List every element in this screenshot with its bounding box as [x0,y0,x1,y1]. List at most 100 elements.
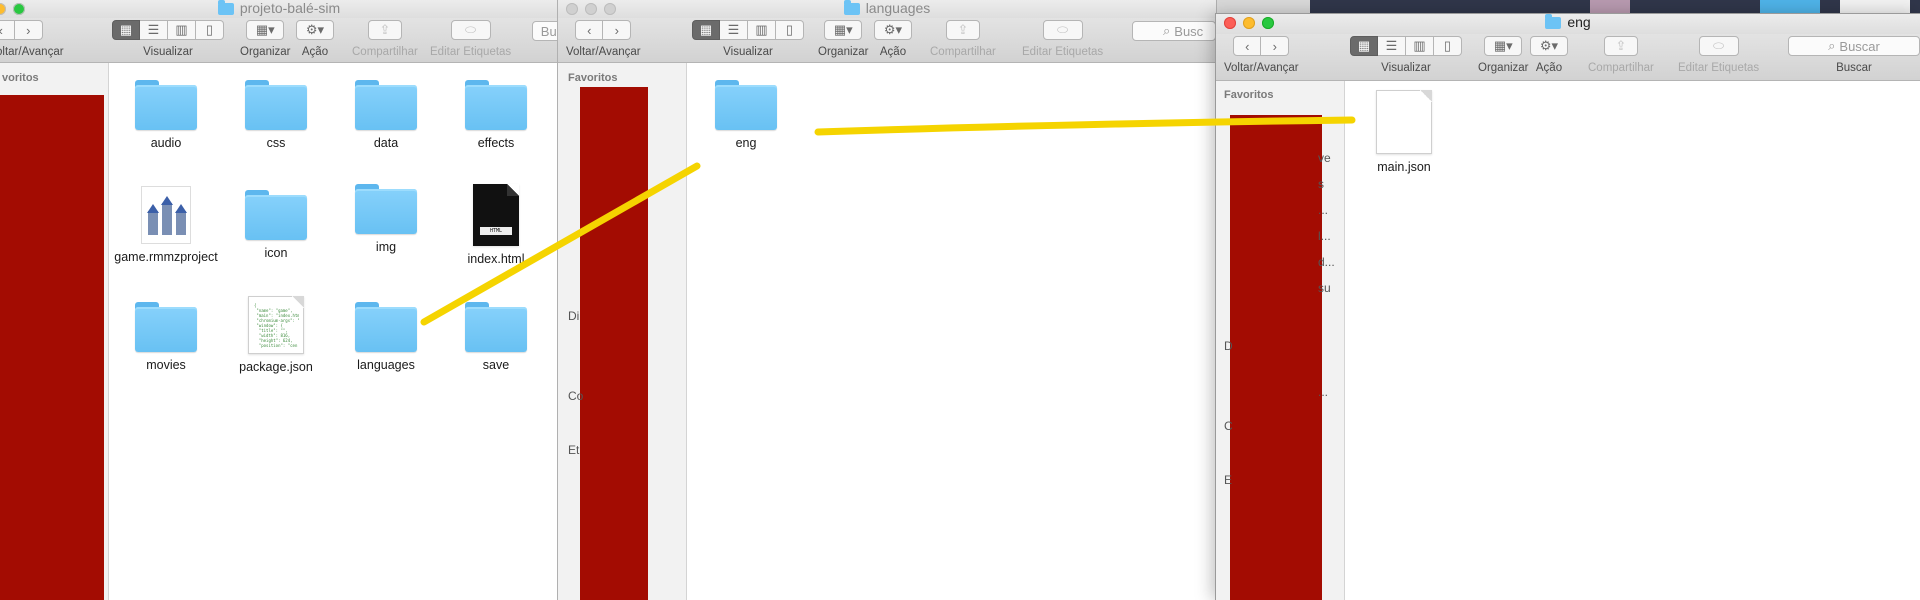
action-gear-button[interactable]: ⚙▾ [296,20,334,40]
action-gear-button[interactable]: ⚙▾ [874,20,912,40]
forward-button[interactable]: › [603,20,632,40]
icon-view-button[interactable]: ▦ [692,20,720,40]
zoom-button[interactable] [13,3,25,15]
file-label: icon [264,246,288,260]
arrange-button[interactable]: ▦▾ [246,20,285,40]
window-title: projeto-balé-sim [239,0,341,16]
file-label: css [266,136,286,150]
column-view-button[interactable]: ▥ [748,20,776,40]
sidebar-item-fragment: ve [1318,151,1331,165]
desktop-thumbnail [1760,0,1820,14]
edit-tags-label: Editar Etiquetas [430,46,512,58]
finder-window-eng[interactable]: eng ‹ › Voltar/Avançar ▦ ☰ ▥ ▯ Visualiza… [1216,14,1920,600]
back-button[interactable]: ‹ [1233,36,1262,56]
sidebar-heading: Et [568,443,580,457]
share-label: Compartilhar [352,46,418,58]
html-file-icon: HTML [473,184,519,246]
sidebar-heading: E [1224,473,1233,487]
action-label: Ação [1535,62,1563,74]
toolbar: ‹ › Voltar/Avançar ▦ ☰ ▥ ▯ Visualizar ▦▾… [1216,34,1920,81]
organize-label: Organizar [1478,62,1529,74]
list-view-button[interactable]: ☰ [720,20,748,40]
window-titlebar[interactable]: languages [558,0,1216,18]
view-label: Visualizar [143,46,193,58]
action-gear-button[interactable]: ⚙▾ [1530,36,1568,56]
redaction-block [580,87,648,600]
share-button[interactable]: ⇪ [367,20,402,40]
file-item-game-project[interactable]: game.rmmzproject [114,186,218,264]
folder-icon [217,0,234,15]
back-button[interactable]: ‹ [575,20,604,40]
finder-window-projeto[interactable]: projeto-balé-sim ‹ › oltar/Avançar ▦ ☰ ▥… [0,0,558,600]
list-view-button[interactable]: ☰ [1378,36,1406,56]
coverflow-view-button[interactable]: ▯ [196,20,224,40]
file-item-eng[interactable]: eng [694,80,798,150]
sidebar: Favoritos ve s ... l... d... su D ... C … [1216,81,1345,600]
file-item-index-html[interactable]: HTML index.html [444,184,548,266]
edit-tags-label: Editar Etiquetas [1022,46,1104,58]
search-field-text: Buscar [1839,38,1880,54]
sidebar-heading: Di [568,309,580,323]
search-icon: ⌕ [1163,23,1171,38]
window-titlebar[interactable]: projeto-balé-sim [0,0,558,18]
window-titlebar[interactable]: eng [1216,14,1920,34]
column-view-button[interactable]: ▥ [168,20,196,40]
file-item-save[interactable]: save [444,302,548,372]
desktop-background [1310,0,1920,14]
file-label: package.json [239,360,313,374]
forward-button[interactable]: › [14,20,43,40]
file-label: save [482,358,510,372]
file-item-languages[interactable]: languages [334,302,438,372]
zoom-button[interactable] [1262,17,1274,29]
share-button[interactable]: ⇪ [1603,36,1638,56]
column-view-button[interactable]: ▥ [1406,36,1434,56]
close-button[interactable] [566,3,578,15]
edit-tags-button[interactable]: ⬭ [1042,20,1083,40]
arrange-button[interactable]: ▦▾ [824,20,863,40]
minimize-button[interactable] [0,3,6,15]
edit-tags-button[interactable]: ⬭ [450,20,491,40]
sidebar-heading: D [1224,339,1233,353]
file-item-movies[interactable]: movies [114,302,218,372]
share-button[interactable]: ⇪ [945,20,980,40]
file-label: effects [477,136,515,150]
file-label: eng [735,136,757,150]
file-item-package-json[interactable]: { "name": "game", "main": "index.html", … [224,296,328,374]
file-label: audio [150,136,182,150]
nav-label: Voltar/Avançar [1224,62,1299,74]
file-item-img[interactable]: img [334,184,438,254]
forward-button[interactable]: › [1261,36,1290,56]
coverflow-view-button[interactable]: ▯ [776,20,804,40]
minimize-button[interactable] [585,3,597,15]
folder-icon [245,190,307,240]
folder-icon [245,80,307,130]
file-item-main-json[interactable]: main.json [1352,90,1456,174]
coverflow-view-button[interactable]: ▯ [1434,36,1462,56]
finder-window-languages[interactable]: languages ‹ › Voltar/Avançar ▦ ☰ ▥ ▯ Vis… [558,0,1216,600]
list-view-button[interactable]: ☰ [140,20,168,40]
action-label: Ação [301,46,329,58]
folder-icon [135,302,197,352]
search-field[interactable]: ⌕ Busc [1132,21,1216,41]
organize-label: Organizar [818,46,869,58]
search-field[interactable]: ⌕ Buscar [1788,36,1920,56]
icon-view-button[interactable]: ▦ [112,20,140,40]
folder-icon [715,80,777,130]
zoom-button[interactable] [604,3,616,15]
file-item-effects[interactable]: effects [444,80,548,150]
sidebar-favorites-heading: Favoritos [568,72,618,84]
search-field[interactable]: Bus [532,21,558,41]
file-item-css[interactable]: css [224,80,328,150]
back-button[interactable]: ‹ [0,20,15,40]
icon-view-button[interactable]: ▦ [1350,36,1378,56]
file-item-data[interactable]: data [334,80,438,150]
edit-tags-button[interactable]: ⬭ [1698,36,1739,56]
minimize-button[interactable] [1243,17,1255,29]
json-file-icon [1376,90,1432,154]
file-item-audio[interactable]: audio [114,80,218,150]
close-button[interactable] [1224,17,1236,29]
file-item-icon[interactable]: icon [224,190,328,260]
edit-tags-label: Editar Etiquetas [1678,62,1760,74]
json-file-icon: { "name": "game", "main": "index.html", … [248,296,304,354]
arrange-button[interactable]: ▦▾ [1484,36,1523,56]
